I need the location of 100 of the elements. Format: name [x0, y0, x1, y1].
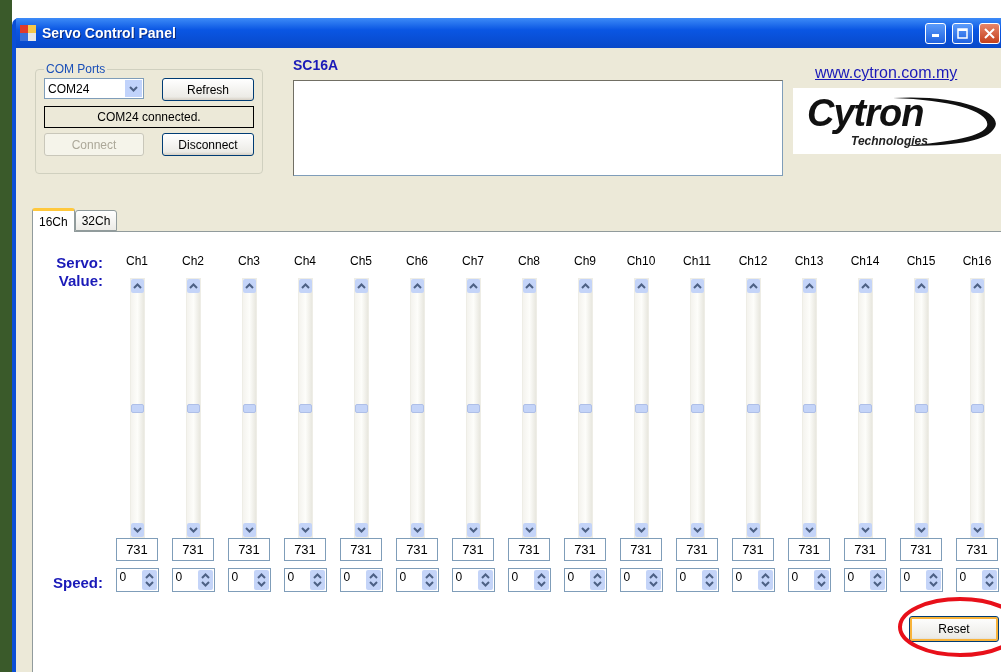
chevron-up-icon: [132, 283, 142, 289]
channel-label: Ch14: [850, 254, 880, 268]
slider-thumb[interactable]: [914, 403, 928, 413]
value-label: Value:: [58, 272, 103, 290]
chevron-up-icon: [916, 283, 926, 289]
servo-slider[interactable]: [969, 278, 985, 538]
speed-spinner[interactable]: 0: [395, 568, 439, 592]
group-title: COM Ports: [45, 62, 107, 76]
value-field[interactable]: 731: [116, 538, 158, 561]
tab[interactable]: 16Ch: [32, 208, 75, 232]
servo-slider[interactable]: [185, 278, 201, 538]
speed-spinner[interactable]: 0: [675, 568, 719, 592]
slider-thumb[interactable]: [802, 403, 816, 413]
chevron-up-icon: [412, 283, 422, 289]
value-field[interactable]: 731: [900, 538, 942, 561]
value-field[interactable]: 731: [676, 538, 718, 561]
slider-thumb[interactable]: [970, 403, 984, 413]
speed-spinner[interactable]: 0: [731, 568, 775, 592]
value-field[interactable]: 731: [508, 538, 550, 561]
slider-thumb[interactable]: [130, 403, 144, 413]
chevron-down-icon: [244, 527, 254, 533]
servo-slider[interactable]: [465, 278, 481, 538]
servo-slider[interactable]: [801, 278, 817, 538]
slider-thumb[interactable]: [634, 403, 648, 413]
log-box[interactable]: [293, 80, 783, 176]
value-field[interactable]: 731: [844, 538, 886, 561]
value-field[interactable]: 731: [340, 538, 382, 561]
chevron-up-icon: [468, 283, 478, 289]
servo-slider[interactable]: [353, 278, 369, 538]
close-button[interactable]: [979, 22, 1000, 44]
website-link[interactable]: www.cytron.com.my: [815, 64, 958, 82]
chevron-up-icon: [300, 283, 310, 289]
slider-thumb[interactable]: [354, 403, 368, 413]
value-field[interactable]: 731: [620, 538, 662, 561]
minimize-button[interactable]: [925, 22, 946, 44]
speed-spinner[interactable]: 0: [899, 568, 943, 592]
speed-spinner[interactable]: 0: [507, 568, 551, 592]
refresh-button[interactable]: Refresh: [162, 78, 254, 101]
chevron-down-icon: [972, 527, 982, 533]
chevron-up-icon: [244, 283, 254, 289]
speed-spinner[interactable]: 0: [619, 568, 663, 592]
speed-spinner[interactable]: 0: [283, 568, 327, 592]
channel-label: Ch5: [350, 254, 372, 268]
channel-label: Ch1: [126, 254, 148, 268]
disconnect-button[interactable]: Disconnect: [162, 133, 254, 156]
servo-slider[interactable]: [577, 278, 593, 538]
speed-spinner[interactable]: 0: [843, 568, 887, 592]
maximize-button[interactable]: [952, 22, 973, 44]
channel-label: Ch13: [794, 254, 824, 268]
value-field[interactable]: 731: [788, 538, 830, 561]
value-field[interactable]: 731: [172, 538, 214, 561]
channel-label: Ch9: [574, 254, 596, 268]
speed-spinner[interactable]: 0: [563, 568, 607, 592]
slider-thumb[interactable]: [410, 403, 424, 413]
channel-label: Ch12: [738, 254, 768, 268]
up-down-arrows-icon: [928, 573, 938, 587]
tab[interactable]: 32Ch: [74, 210, 118, 231]
value-field[interactable]: 731: [732, 538, 774, 561]
servo-slider[interactable]: [521, 278, 537, 538]
up-down-arrows-icon: [648, 573, 658, 587]
servo-slider[interactable]: [633, 278, 649, 538]
chevron-down-icon: [132, 527, 142, 533]
value-field[interactable]: 731: [956, 538, 998, 561]
slider-thumb[interactable]: [466, 403, 480, 413]
slider-thumb[interactable]: [858, 403, 872, 413]
slider-thumb[interactable]: [690, 403, 704, 413]
servo-slider[interactable]: [129, 278, 145, 538]
servo-slider[interactable]: [745, 278, 761, 538]
speed-spinner[interactable]: 0: [227, 568, 271, 592]
slider-thumb[interactable]: [746, 403, 760, 413]
slider-thumb[interactable]: [578, 403, 592, 413]
speed-spinner[interactable]: 0: [955, 568, 999, 592]
slider-thumb[interactable]: [522, 403, 536, 413]
servo-slider[interactable]: [297, 278, 313, 538]
speed-spinner[interactable]: 0: [171, 568, 215, 592]
value-field[interactable]: 731: [396, 538, 438, 561]
reset-button[interactable]: Reset: [909, 616, 999, 642]
speed-spinner[interactable]: 0: [115, 568, 159, 592]
servo-slider[interactable]: [857, 278, 873, 538]
value-field[interactable]: 731: [284, 538, 326, 561]
slider-thumb[interactable]: [298, 403, 312, 413]
up-down-arrows-icon: [424, 573, 434, 587]
slider-thumb[interactable]: [186, 403, 200, 413]
servo-slider[interactable]: [913, 278, 929, 538]
slider-thumb[interactable]: [242, 403, 256, 413]
value-field[interactable]: 731: [564, 538, 606, 561]
servo-slider[interactable]: [689, 278, 705, 538]
value-field[interactable]: 731: [228, 538, 270, 561]
servo-slider[interactable]: [241, 278, 257, 538]
chevron-down-icon: [692, 527, 702, 533]
speed-spinner[interactable]: 0: [451, 568, 495, 592]
chevron-down-icon: [129, 85, 138, 92]
up-down-arrows-icon: [872, 573, 882, 587]
port-dropdown[interactable]: COM24: [44, 78, 144, 99]
speed-spinner[interactable]: 0: [339, 568, 383, 592]
value-field[interactable]: 731: [452, 538, 494, 561]
chevron-up-icon: [580, 283, 590, 289]
servo-slider[interactable]: [409, 278, 425, 538]
channel-label: Ch6: [406, 254, 428, 268]
speed-spinner[interactable]: 0: [787, 568, 831, 592]
